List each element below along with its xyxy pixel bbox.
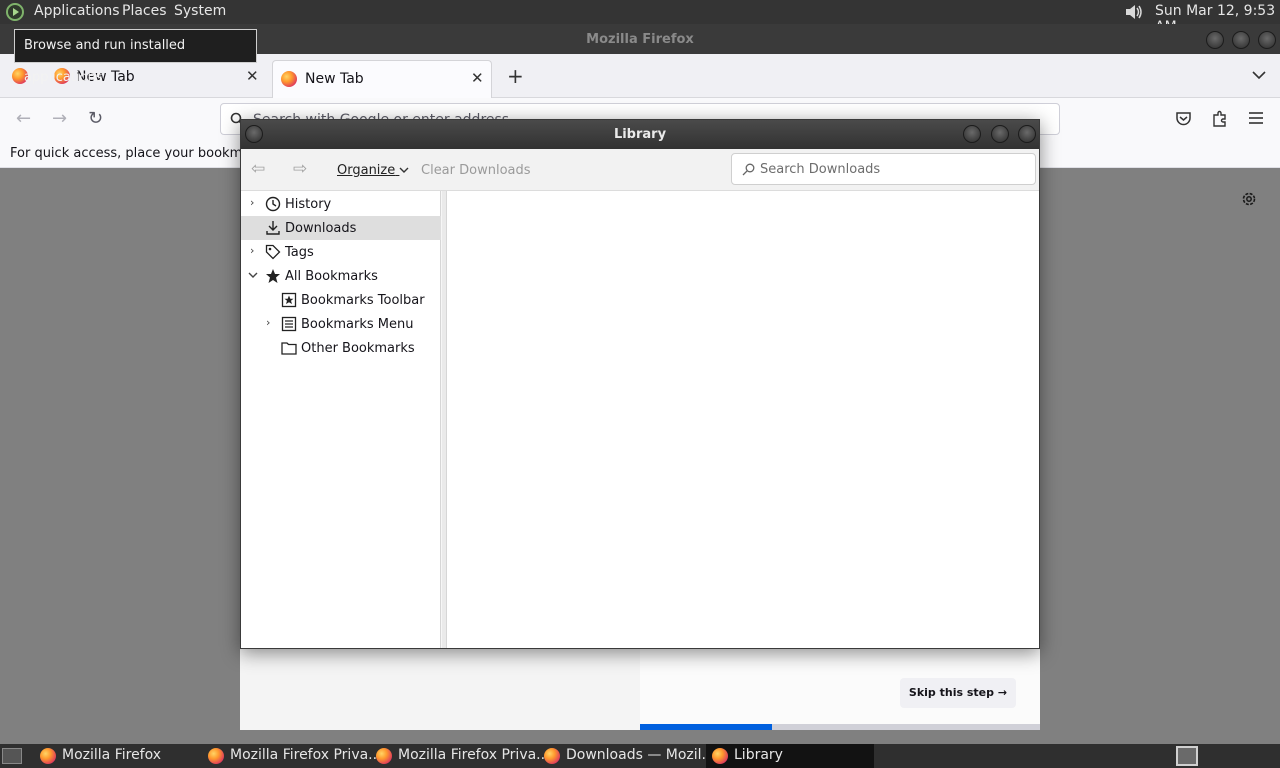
firefox-icon xyxy=(208,748,224,764)
list-all-tabs-chevron-icon[interactable] xyxy=(1252,70,1266,80)
chevron-down-icon xyxy=(399,167,409,173)
extensions-puzzle-icon[interactable] xyxy=(1211,110,1228,128)
firefox-icon xyxy=(376,748,392,764)
library-tree: › History Downloads › Tags All Bookmarks… xyxy=(241,191,441,648)
taskbar-item-label: Mozilla Firefox Priva... xyxy=(230,747,382,763)
maximize-button[interactable] xyxy=(1232,31,1250,49)
applications-logo-icon[interactable] xyxy=(6,3,24,21)
tree-item-label: Tags xyxy=(285,245,314,260)
tree-item-history[interactable]: › History xyxy=(241,192,441,216)
skip-step-label: Skip this step xyxy=(908,686,995,699)
close-window-button[interactable] xyxy=(1258,31,1276,49)
search-icon xyxy=(742,163,755,176)
tree-item-downloads[interactable]: Downloads xyxy=(241,216,441,240)
organize-menu-button[interactable]: Organize xyxy=(337,163,409,178)
volume-icon[interactable] xyxy=(1124,3,1144,21)
clear-downloads-button[interactable]: Clear Downloads xyxy=(421,163,531,178)
taskbar-item-firefox-private-2[interactable]: Mozilla Firefox Priva... xyxy=(370,744,550,768)
tree-item-label: Bookmarks Menu xyxy=(301,317,414,332)
close-tab-icon[interactable]: ✕ xyxy=(246,67,259,85)
firefox-icon xyxy=(40,748,56,764)
collapse-chevron-icon[interactable] xyxy=(248,272,258,279)
organize-label: Organize xyxy=(337,163,396,178)
library-minimize-button[interactable] xyxy=(963,125,981,143)
tree-item-other-bookmarks[interactable]: Other Bookmarks xyxy=(241,336,441,360)
window-title: Mozilla Firefox xyxy=(586,32,694,47)
search-downloads-input[interactable]: Search Downloads xyxy=(731,153,1036,185)
library-window: Library ⇦ ⇨ Organize Clear Downloads Sea… xyxy=(240,119,1040,649)
close-tab-icon[interactable]: ✕ xyxy=(471,69,484,87)
library-window-menu-button[interactable] xyxy=(245,125,263,143)
taskbar-item-label: Downloads — Mozil... xyxy=(566,747,715,763)
pocket-icon[interactable] xyxy=(1175,111,1192,127)
taskbar-item-library[interactable]: Library xyxy=(706,744,874,768)
folder-icon xyxy=(281,342,297,355)
menu-system[interactable]: System xyxy=(174,3,226,19)
onboarding-card: Skip this step → xyxy=(240,648,1040,730)
tree-item-label: All Bookmarks xyxy=(285,269,378,284)
tree-item-bookmarks-toolbar[interactable]: Bookmarks Toolbar xyxy=(241,288,441,312)
firefox-favicon-icon xyxy=(281,71,297,87)
bookmarks-toolbar-icon xyxy=(281,292,297,308)
library-titlebar: Library xyxy=(241,120,1039,149)
back-arrow-icon[interactable]: ← xyxy=(16,108,31,129)
library-forward-icon[interactable]: ⇨ xyxy=(293,159,307,179)
search-downloads-placeholder: Search Downloads xyxy=(760,162,881,177)
library-back-icon[interactable]: ⇦ xyxy=(251,159,265,179)
downloads-list[interactable] xyxy=(446,191,1039,648)
tab-label: New Tab xyxy=(305,71,364,87)
gear-icon[interactable] xyxy=(1240,190,1258,208)
taskbar-item-label: Library xyxy=(734,747,783,763)
skip-step-button[interactable]: Skip this step → xyxy=(900,678,1016,708)
forward-arrow-icon[interactable]: → xyxy=(52,108,67,129)
tag-icon xyxy=(265,244,281,260)
onboarding-progress-fill xyxy=(640,724,772,730)
firefox-icon xyxy=(712,748,728,764)
expand-chevron-icon[interactable]: › xyxy=(250,196,254,209)
new-tab-plus-icon[interactable]: + xyxy=(507,64,524,88)
taskbar-item-downloads[interactable]: Downloads — Mozil... xyxy=(538,744,715,768)
expand-chevron-icon[interactable]: › xyxy=(250,244,254,257)
library-title: Library xyxy=(613,127,667,142)
top-panel: Applications Places System Sun Mar 12, 9… xyxy=(0,0,1280,35)
hamburger-menu-icon[interactable] xyxy=(1249,112,1263,124)
workspace-switcher[interactable] xyxy=(1176,746,1198,766)
tree-item-all-bookmarks[interactable]: All Bookmarks xyxy=(241,264,441,288)
taskbar-item-label: Mozilla Firefox xyxy=(62,747,162,763)
tree-item-bookmarks-menu[interactable]: › Bookmarks Menu xyxy=(241,312,441,336)
menu-places[interactable]: Places xyxy=(122,3,167,19)
taskbar-item-firefox-private-1[interactable]: Mozilla Firefox Priva... xyxy=(202,744,382,768)
expand-chevron-icon[interactable]: › xyxy=(266,316,270,329)
bookmarks-menu-icon xyxy=(281,316,297,332)
arrow-right-icon: → xyxy=(997,686,1008,699)
show-desktop-icon[interactable] xyxy=(2,748,22,764)
tree-item-label: Other Bookmarks xyxy=(301,341,415,356)
taskbar-item-firefox[interactable]: Mozilla Firefox xyxy=(34,744,200,768)
tab-new-tab-2[interactable]: New Tab ✕ xyxy=(272,60,492,98)
tree-item-label: Bookmarks Toolbar xyxy=(301,293,425,308)
library-toolbar: ⇦ ⇨ Organize Clear Downloads Search Down… xyxy=(241,149,1039,191)
minimize-button[interactable] xyxy=(1206,31,1224,49)
library-maximize-button[interactable] xyxy=(991,125,1009,143)
star-icon xyxy=(266,269,280,283)
menu-applications[interactable]: Applications xyxy=(34,3,120,19)
onboarding-progress xyxy=(640,724,1040,730)
firefox-icon xyxy=(544,748,560,764)
taskbar-item-label: Mozilla Firefox Priva... xyxy=(398,747,550,763)
download-icon xyxy=(266,221,280,235)
clock-icon xyxy=(265,196,281,212)
library-close-button[interactable] xyxy=(1018,125,1036,143)
tree-item-label: History xyxy=(285,197,332,212)
reload-icon[interactable]: ↻ xyxy=(88,108,103,129)
bottom-taskbar: Mozilla Firefox Mozilla Firefox Priva...… xyxy=(0,744,1280,768)
tree-item-tags[interactable]: › Tags xyxy=(241,240,441,264)
tree-item-label: Downloads xyxy=(285,221,357,236)
applications-tooltip: Browse and run installed applications xyxy=(14,29,257,85)
